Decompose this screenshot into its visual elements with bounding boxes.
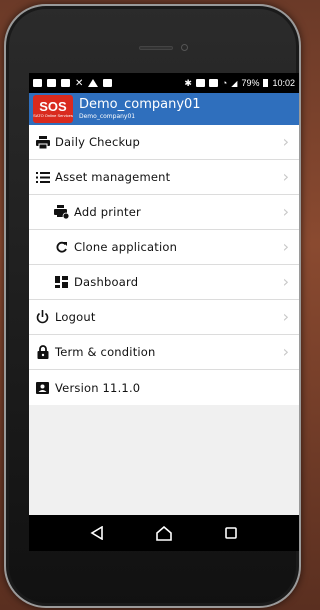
menu-item-asset-management[interactable]: Asset management › bbox=[29, 160, 299, 195]
printer-icon bbox=[35, 135, 50, 150]
status-bar: ✕ ✱ ◔ ◢ 79% 10:02 bbox=[29, 73, 299, 93]
app-header: SOS SATO Online Services Demo_company01 … bbox=[29, 93, 299, 125]
menu-item-term-condition[interactable]: Term & condition › bbox=[29, 335, 299, 370]
chevron-right-icon: › bbox=[282, 132, 289, 151]
front-camera bbox=[181, 44, 188, 51]
power-icon bbox=[35, 310, 50, 325]
system-icons: ✱ ◔ ◢ 79% 10:02 bbox=[184, 78, 295, 89]
bluetooth-icon: ✱ bbox=[184, 77, 192, 88]
menu-item-label: Daily Checkup bbox=[55, 135, 140, 149]
add-printer-icon bbox=[54, 205, 69, 220]
chevron-right-icon: › bbox=[282, 202, 289, 221]
drawer-menu: Daily Checkup › Asset management › Add p… bbox=[29, 125, 299, 405]
screen: ✕ ✱ ◔ ◢ 79% 10:02 SOS SATO Online Servic… bbox=[29, 73, 299, 551]
dashboard-icon bbox=[54, 275, 69, 290]
recents-icon[interactable] bbox=[221, 523, 241, 543]
refresh-icon bbox=[54, 240, 69, 255]
chevron-right-icon: › bbox=[282, 167, 289, 186]
sim-icon bbox=[47, 79, 56, 87]
notification-icons: ✕ bbox=[33, 77, 113, 89]
logo-subtext: SATO Online Services bbox=[33, 113, 73, 118]
menu-item-clone-application[interactable]: Clone application › bbox=[29, 230, 299, 265]
menu-item-add-printer[interactable]: Add printer › bbox=[29, 195, 299, 230]
menu-item-label: Logout bbox=[55, 310, 96, 324]
clock: 10:02 bbox=[272, 78, 295, 88]
chevron-right-icon: › bbox=[282, 272, 289, 291]
logo-text: SOS bbox=[39, 99, 67, 114]
warning-icon bbox=[88, 79, 99, 87]
id-card-icon bbox=[35, 380, 50, 395]
home-icon[interactable] bbox=[154, 523, 174, 543]
tools-icon: ✕ bbox=[75, 77, 84, 89]
menu-item-label: Asset management bbox=[55, 170, 171, 184]
message-icon bbox=[33, 79, 42, 87]
chevron-right-icon: › bbox=[282, 307, 289, 326]
company-subtitle: Demo_company01 bbox=[79, 113, 136, 120]
chevron-right-icon: › bbox=[282, 237, 289, 256]
phone-frame: ✕ ✱ ◔ ◢ 79% 10:02 SOS SATO Online Servic… bbox=[4, 4, 301, 608]
menu-item-dashboard[interactable]: Dashboard › bbox=[29, 265, 299, 300]
back-icon[interactable] bbox=[87, 523, 107, 543]
battery-percent: 79% bbox=[241, 78, 260, 88]
menu-item-logout[interactable]: Logout › bbox=[29, 300, 299, 335]
chevron-right-icon: › bbox=[282, 342, 289, 361]
navigation-bar bbox=[29, 515, 299, 551]
account-info: Demo_company01 Demo_company01 bbox=[79, 97, 201, 121]
menu-item-label: Term & condition bbox=[55, 345, 156, 359]
vibrate-icon bbox=[208, 79, 218, 87]
company-title: Demo_company01 bbox=[79, 97, 201, 112]
menu-item-version: Version 11.1.0 bbox=[29, 370, 299, 405]
battery-icon bbox=[263, 79, 269, 87]
list-icon bbox=[35, 170, 50, 185]
gallery-icon bbox=[103, 79, 113, 87]
nfc-icon bbox=[195, 79, 205, 87]
lock-icon bbox=[35, 345, 50, 360]
signal-icon: ◢ bbox=[231, 78, 238, 88]
menu-item-label: Dashboard bbox=[74, 275, 139, 289]
sos-logo: SOS SATO Online Services bbox=[33, 95, 73, 123]
menu-item-label: Clone application bbox=[74, 240, 178, 254]
image-icon bbox=[61, 79, 70, 87]
menu-item-daily-checkup[interactable]: Daily Checkup › bbox=[29, 125, 299, 160]
wifi-icon: ◔ bbox=[221, 78, 228, 88]
earpiece-speaker bbox=[139, 46, 173, 50]
version-label: Version 11.1.0 bbox=[55, 380, 141, 395]
menu-item-label: Add printer bbox=[74, 205, 141, 219]
